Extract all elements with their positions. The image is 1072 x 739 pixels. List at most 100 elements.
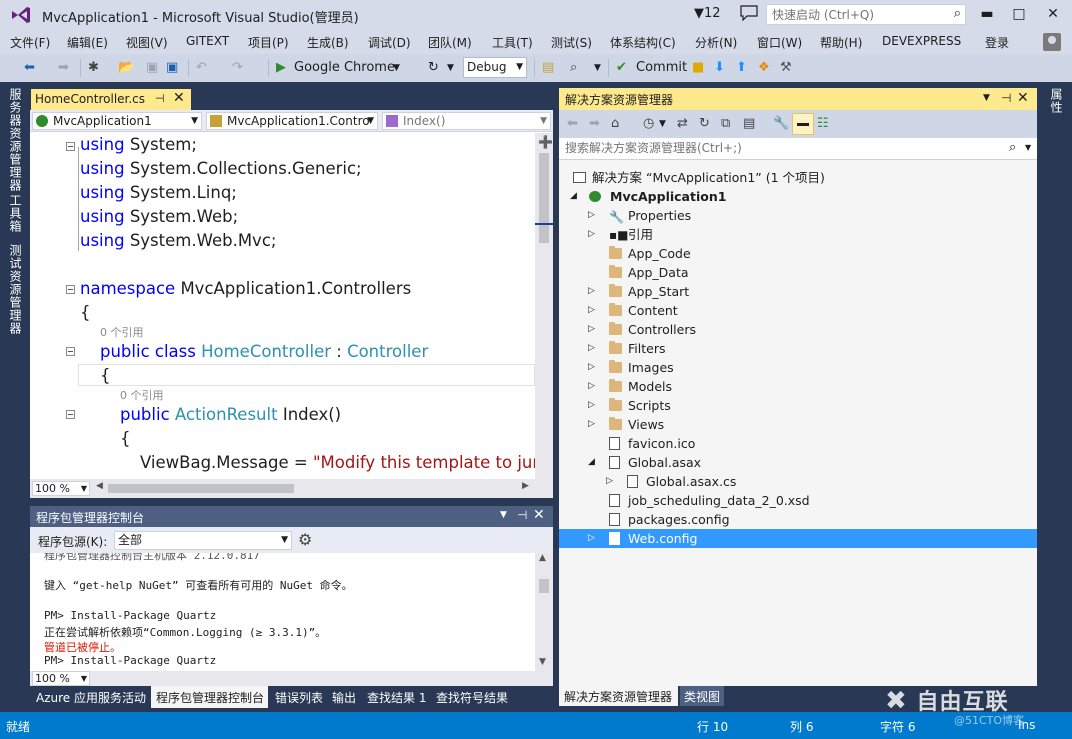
collapsed-arrow-icon[interactable]: ▷	[588, 282, 595, 301]
chevron-down-icon[interactable]: ▼	[1025, 143, 1031, 152]
tree-item-app-code[interactable]: App_Code	[559, 244, 1037, 263]
menu-gitext[interactable]: GITEXT	[186, 34, 229, 48]
tree-item-global-asax[interactable]: ◢ Global.asax	[559, 453, 1037, 472]
pmc-output[interactable]: 程序包管理器控制台主机版本 2.12.0.817 键入 “get-help Nu…	[30, 553, 535, 671]
class-dropdown[interactable]: MvcApplication1.Contro ▼	[206, 112, 378, 130]
menu-test[interactable]: 测试(S)	[551, 34, 592, 51]
collapsed-arrow-icon[interactable]: ▷	[588, 358, 595, 377]
tree-item-global-asax-cs[interactable]: ▷ Global.asax.cs	[559, 472, 1037, 491]
refresh-icon[interactable]: ↻	[699, 115, 710, 133]
menu-help[interactable]: 帮助(H)	[820, 34, 862, 51]
tree-item-references[interactable]: ▷ ▪■ 引用	[559, 225, 1037, 244]
close-tab-icon[interactable]: ✕	[173, 90, 185, 106]
pin-icon[interactable]: ⊣	[1001, 91, 1011, 105]
pull-icon[interactable]: ⬇	[714, 59, 725, 77]
push-icon[interactable]: ⬆	[736, 59, 747, 77]
menu-devexpress[interactable]: DEVEXPRESS	[882, 34, 961, 48]
menu-team[interactable]: 团队(M)	[428, 34, 472, 51]
tree-item-favicon[interactable]: favicon.ico	[559, 434, 1037, 453]
open-file-icon[interactable]: 📂	[118, 59, 134, 77]
collapsed-arrow-icon[interactable]: ▷	[588, 396, 595, 415]
tab-solution-explorer[interactable]: 解决方案资源管理器	[559, 686, 678, 706]
menu-view[interactable]: 视图(V)	[126, 34, 168, 51]
tab-class-view[interactable]: 类视图	[680, 686, 724, 706]
collapsed-arrow-icon[interactable]: ▷	[588, 529, 595, 548]
tab-find-symbol-results[interactable]: 查找符号结果	[436, 689, 508, 706]
tab-find-results[interactable]: 查找结果 1	[367, 689, 426, 706]
menu-window[interactable]: 窗口(W)	[757, 34, 802, 51]
tree-item-filters[interactable]: ▷ Filters	[559, 339, 1037, 358]
pin-icon[interactable]: ⊣	[155, 92, 165, 105]
tree-item-app-data[interactable]: App_Data	[559, 263, 1037, 282]
collapsed-arrow-icon[interactable]: ▷	[588, 301, 595, 320]
collapse-icon[interactable]	[66, 347, 75, 356]
chevron-down-icon[interactable]: ▼	[983, 93, 990, 103]
forward-icon[interactable]: ➡	[58, 59, 69, 77]
scroll-up-icon[interactable]: ▲	[539, 553, 546, 563]
notifications-badge[interactable]: ▼12	[694, 6, 721, 21]
quick-launch[interactable]: ⌕	[766, 4, 966, 25]
forward-icon[interactable]: ➡	[589, 115, 600, 133]
redo-icon[interactable]: ↷	[232, 59, 243, 77]
menu-file[interactable]: 文件(F)	[10, 34, 50, 51]
tree-item-controllers[interactable]: ▷ Controllers	[559, 320, 1037, 339]
chevron-down-icon[interactable]: ▼	[447, 59, 454, 77]
chevron-down-icon[interactable]: ▼	[594, 59, 601, 77]
gear-icon[interactable]: ⚙	[298, 530, 312, 549]
tree-item-content[interactable]: ▷ Content	[559, 301, 1037, 320]
collapse-icon[interactable]	[66, 285, 75, 294]
code-area[interactable]: using System; using System.Collections.G…	[30, 133, 535, 479]
project-dropdown[interactable]: MvcApplication1 ▼	[32, 112, 202, 130]
scrollbar-thumb[interactable]	[539, 153, 549, 243]
collapse-icon[interactable]	[66, 410, 75, 419]
sign-in-link[interactable]: 登录	[985, 34, 1009, 51]
tree-item-packages-config[interactable]: packages.config	[559, 510, 1037, 529]
undo-icon[interactable]: ↶	[196, 59, 207, 77]
scrollbar-thumb[interactable]	[539, 579, 549, 593]
user-account-icon[interactable]	[1043, 33, 1061, 51]
save-icon[interactable]: ▣	[146, 59, 158, 77]
collapse-icon[interactable]	[66, 142, 75, 151]
test-explorer-tab[interactable]: 测试资源管理器	[7, 244, 24, 335]
collapse-all-icon[interactable]: ⧉	[721, 115, 730, 133]
collapsed-arrow-icon[interactable]: ▷	[588, 206, 595, 225]
menu-debug[interactable]: 调试(D)	[368, 34, 411, 51]
expanded-arrow-icon[interactable]: ◢	[588, 453, 595, 472]
menu-tools[interactable]: 工具(T)	[492, 34, 533, 51]
tree-item-project[interactable]: ◢ MvcApplication1	[559, 187, 1037, 206]
menu-build[interactable]: 生成(B)	[307, 34, 349, 51]
class-diagram-icon[interactable]: ☷	[817, 115, 829, 133]
tab-output[interactable]: 输出	[332, 689, 356, 706]
git-folder-icon[interactable]: ■	[692, 59, 704, 77]
chevron-down-icon[interactable]: ▼	[393, 59, 400, 77]
run-target-button[interactable]: Google Chrome	[294, 59, 395, 77]
properties-tab[interactable]: 属性	[1048, 88, 1065, 114]
close-icon[interactable]: ✕	[1017, 90, 1029, 106]
home-icon[interactable]: ⌂	[611, 115, 619, 133]
tree-item-web-config[interactable]: ▷ Web.config	[559, 529, 1037, 548]
tree-item-scripts[interactable]: ▷ Scripts	[559, 396, 1037, 415]
menu-project[interactable]: 项目(P)	[248, 34, 289, 51]
properties-wrench-icon[interactable]: 🔧	[773, 115, 789, 133]
tree-item-images[interactable]: ▷ Images	[559, 358, 1037, 377]
new-project-icon[interactable]: ✱	[88, 59, 99, 77]
solution-search-input[interactable]	[559, 138, 999, 158]
server-explorer-tab[interactable]: 服务器资源管理器	[7, 88, 24, 192]
close-icon[interactable]: ✕	[533, 507, 545, 523]
reference-count[interactable]: 0 个引用	[120, 389, 164, 403]
split-icon[interactable]: ➕	[538, 135, 553, 149]
settings-tools-icon[interactable]: ⚒	[780, 59, 792, 77]
tree-item-models[interactable]: ▷ Models	[559, 377, 1037, 396]
reference-count[interactable]: 0 个引用	[100, 326, 144, 340]
chevron-down-icon[interactable]: ▼	[500, 510, 507, 520]
menu-edit[interactable]: 编辑(E)	[67, 34, 108, 51]
tree-item-app-start[interactable]: ▷ App_Start	[559, 282, 1037, 301]
search-icon[interactable]: ⌕	[1009, 140, 1016, 155]
scroll-right-icon[interactable]: ▶	[522, 481, 529, 491]
pmc-zoom-select[interactable]: 100 % ▼	[32, 671, 90, 686]
close-window-button[interactable]: ✕	[1038, 3, 1068, 25]
commit-check-icon[interactable]: ✔	[616, 59, 627, 77]
package-source-select[interactable]: 全部 ▼	[114, 531, 292, 550]
toolbox-tab[interactable]: 工具箱	[7, 194, 24, 233]
start-debugging-icon[interactable]: ▶	[276, 59, 286, 77]
